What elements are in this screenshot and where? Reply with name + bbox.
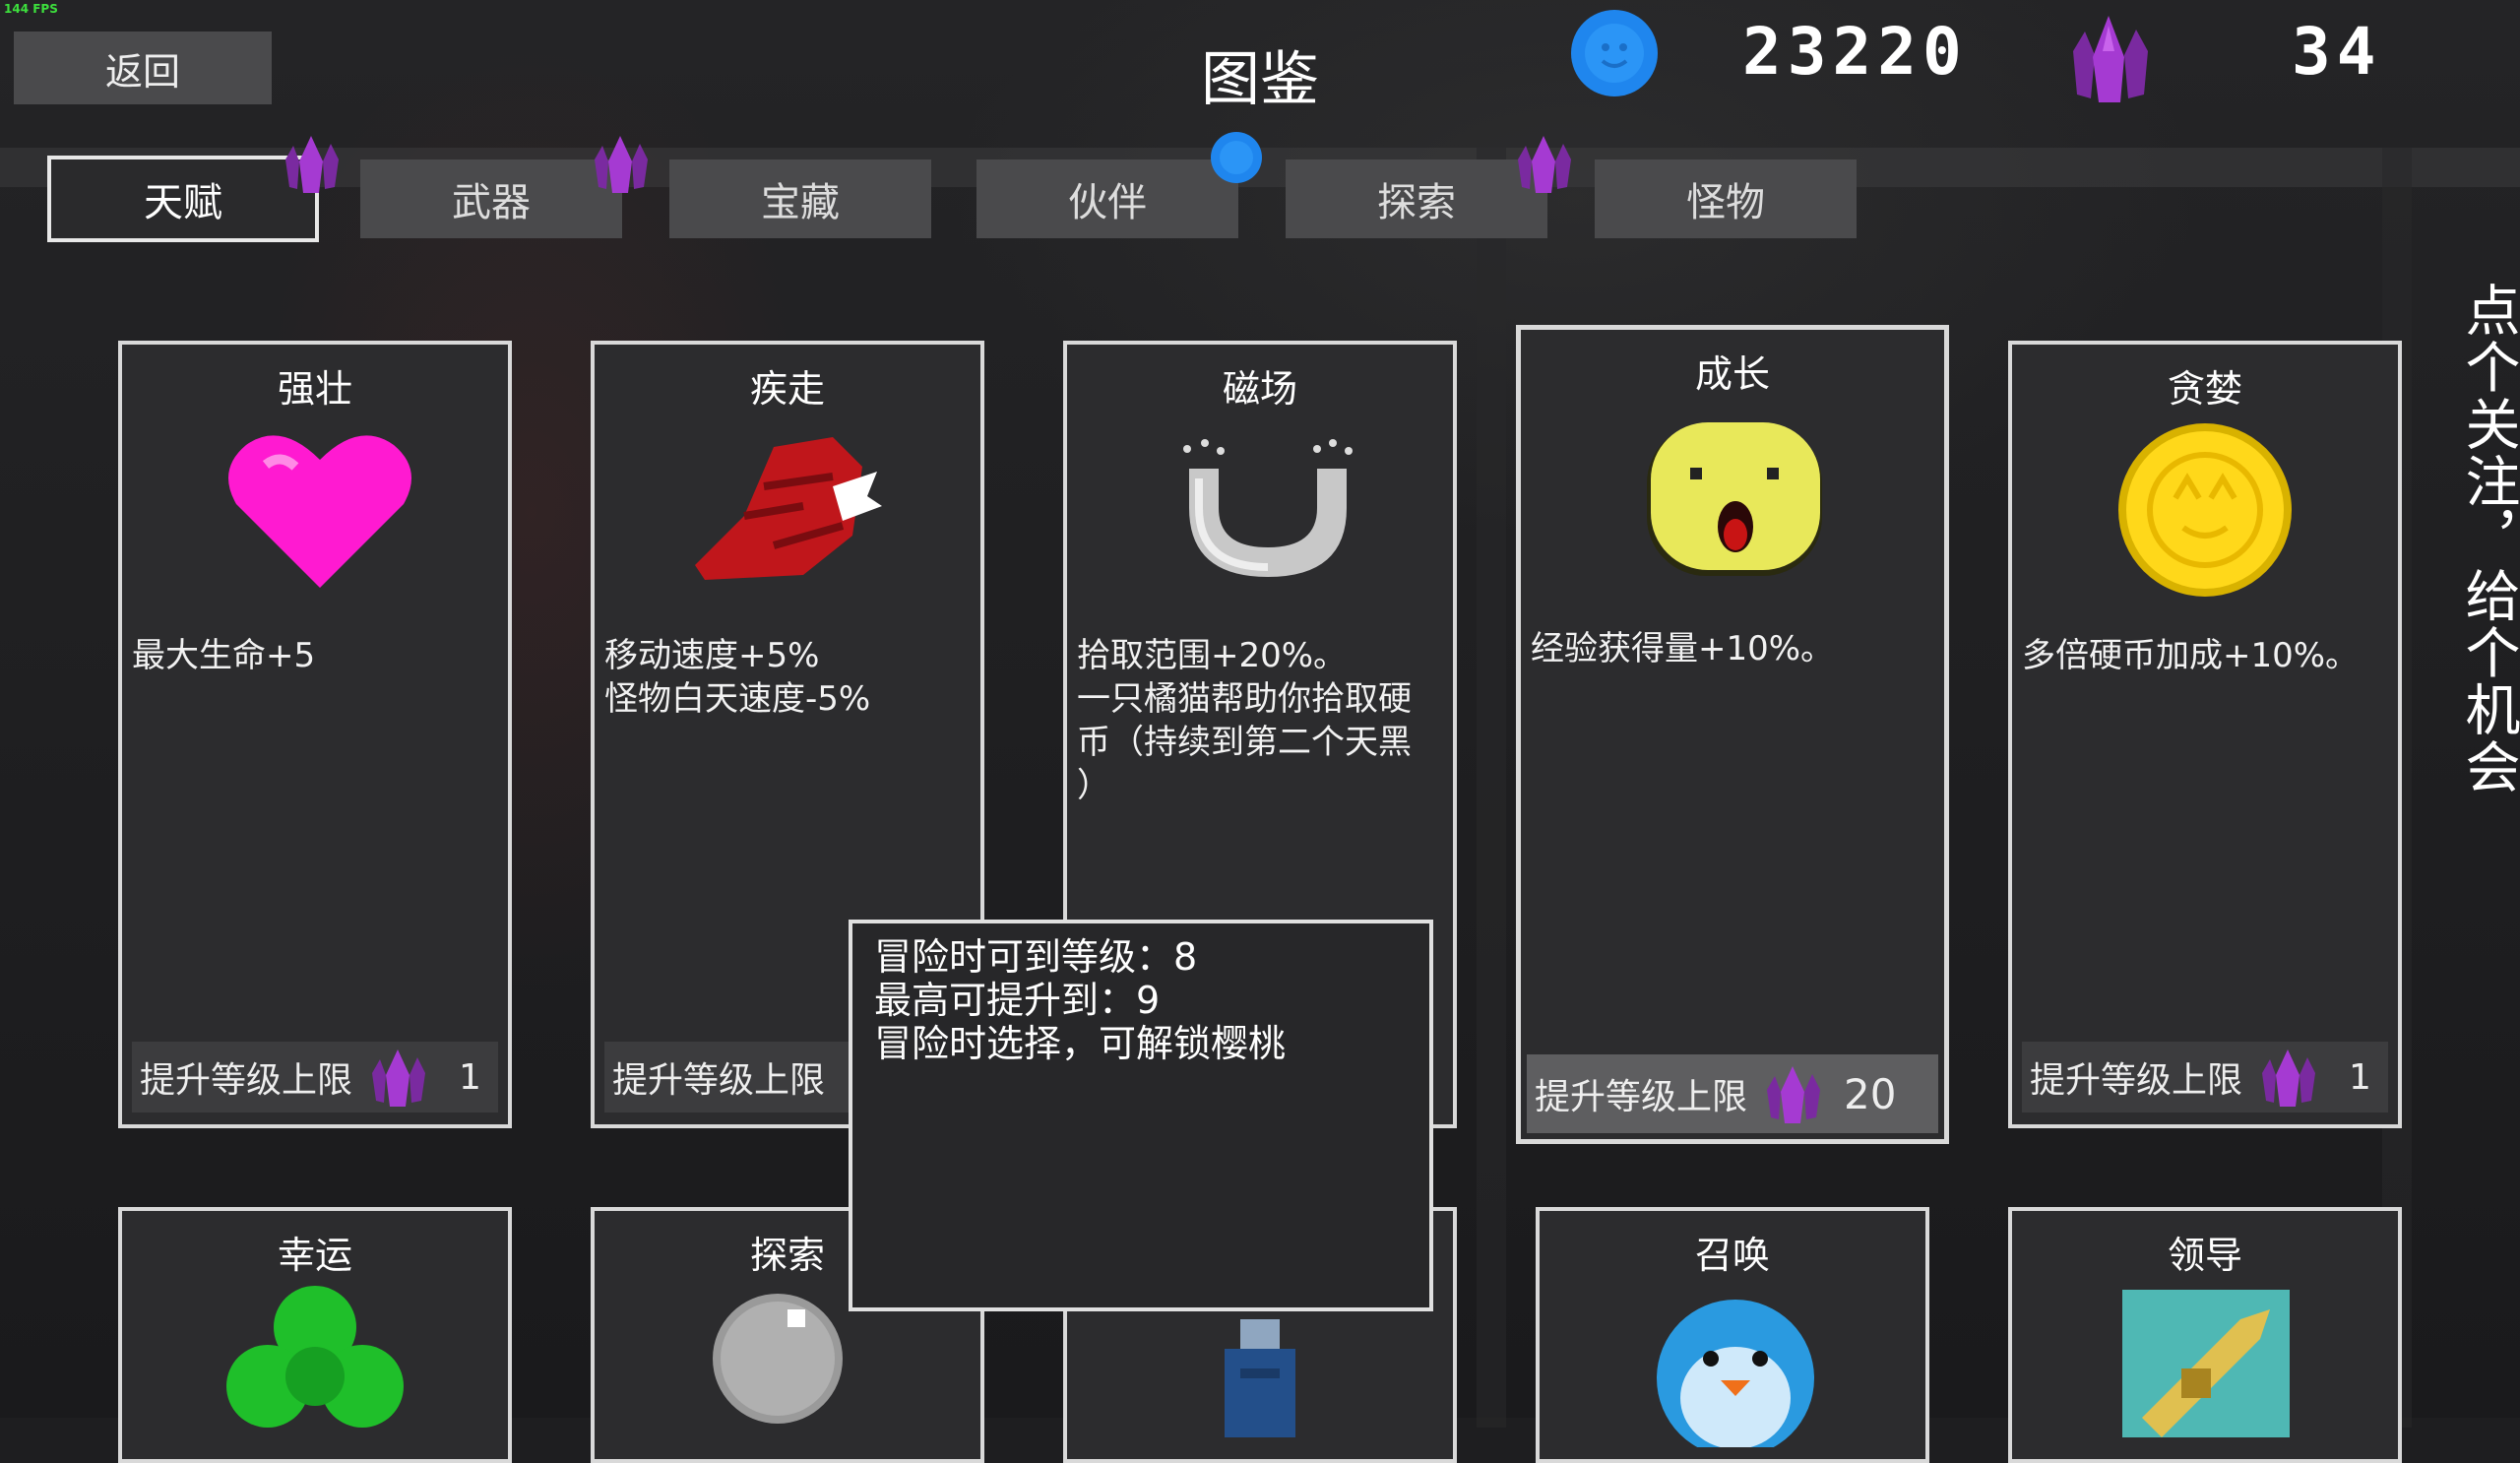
back-button[interactable]: 返回 xyxy=(14,32,272,104)
card-title: 幸运 xyxy=(277,1234,352,1277)
card-description: 经验获得量+10%。 xyxy=(1531,629,1835,668)
card-description: 多倍硬币加成+10%。 xyxy=(2022,636,2360,675)
blue-coin-icon xyxy=(1571,10,1658,96)
card-title: 召唤 xyxy=(1694,1234,1770,1277)
upgrade-cost: 20 xyxy=(1844,1069,1897,1118)
upgrade-cost: 1 xyxy=(2349,1056,2371,1098)
card-title: 疾走 xyxy=(749,367,825,411)
heart-icon xyxy=(228,435,411,588)
talent-card-summon[interactable]: 召唤 xyxy=(1536,1207,1929,1463)
tab-label: 天赋 xyxy=(144,180,222,225)
trumpet-icon xyxy=(2122,1290,2290,1437)
card-description: 最大生命+5 xyxy=(132,636,316,675)
fps-counter: 144 FPS xyxy=(4,2,58,16)
page-title: 图鉴 xyxy=(1201,45,1319,114)
tab-coin-badge-icon xyxy=(1211,132,1262,183)
tab-partner[interactable]: 伙伴 xyxy=(976,159,1238,238)
tab-monster[interactable]: 怪物 xyxy=(1595,159,1857,238)
background-pole xyxy=(1477,148,1506,1428)
purple-gem-icon xyxy=(1767,1066,1821,1123)
magnet-icon xyxy=(1183,439,1353,577)
blue-figure-icon xyxy=(1225,1319,1295,1437)
tab-gem-badge-icon xyxy=(285,136,339,193)
card-title: 成长 xyxy=(1694,352,1770,396)
talent-card-strong[interactable]: 强壮 最大生命+5 提升等级上限 1 xyxy=(118,341,512,1128)
talent-card-greed[interactable]: 贪婪 多倍硬币加成+10%。 提升等级上限 1 xyxy=(2008,341,2402,1128)
talent-card-luck[interactable]: 幸运 xyxy=(118,1207,512,1463)
follow-prompt-text: 点个关注，给个机会 xyxy=(2456,282,2520,795)
tab-label: 探索 xyxy=(1377,180,1456,225)
upgrade-label: 提升等级上限 xyxy=(140,1060,353,1101)
tab-label: 怪物 xyxy=(1686,180,1765,225)
upgrade-label: 提升等级上限 xyxy=(612,1060,826,1101)
gold-coin-icon xyxy=(2118,423,2292,597)
talent-card-leader[interactable]: 领导 xyxy=(2008,1207,2402,1463)
upgrade-limit-button[interactable]: 提升等级上限 1 xyxy=(2022,1042,2388,1113)
tab-label: 伙伴 xyxy=(1068,180,1147,225)
card-description: 拾取范围+20%。 一只橘猫帮助你拾取硬 币（持续到第二个天黑 ） xyxy=(1077,636,1412,805)
tab-treasure[interactable]: 宝藏 xyxy=(669,159,931,238)
tab-weapon[interactable]: 武器 xyxy=(360,159,622,238)
tab-talent[interactable]: 天赋 xyxy=(47,156,319,242)
upgrade-label: 提升等级上限 xyxy=(2030,1060,2243,1101)
upgrade-limit-button[interactable]: 提升等级上限 20 xyxy=(1527,1054,1938,1133)
card-title: 强壮 xyxy=(277,367,352,411)
card-title: 领导 xyxy=(2167,1234,2242,1277)
purple-gem-icon xyxy=(372,1050,426,1107)
level-tooltip: 冒险时可到等级：8 最高可提升到：9 冒险时选择，可解锁樱桃 xyxy=(849,920,1433,1311)
talent-card-growth[interactable]: 成长 经验获得量+10%。 提升等级上限 20 xyxy=(1516,325,1949,1144)
winged-boot-icon xyxy=(695,437,882,580)
tab-gem-badge-icon xyxy=(595,136,648,193)
card-title: 磁场 xyxy=(1222,367,1297,411)
tooltip-line: 冒险时选择，可解锁樱桃 xyxy=(874,1022,1287,1065)
upgrade-cost: 1 xyxy=(459,1056,481,1098)
pin-icon xyxy=(713,1294,843,1424)
card-description: 移动速度+5% 怪物白天速度-5% xyxy=(604,636,871,719)
tab-gem-badge-icon xyxy=(1518,136,1571,193)
coin-count: 23220 xyxy=(1742,14,1968,90)
upgrade-limit-button[interactable]: 提升等级上限 1 xyxy=(132,1042,498,1113)
penguin-icon xyxy=(1657,1300,1814,1447)
gem-count: 34 xyxy=(2292,14,2382,90)
tab-explore[interactable]: 探索 xyxy=(1286,159,1547,238)
upgrade-label: 提升等级上限 xyxy=(1535,1077,1748,1117)
tooltip-line: 最高可提升到：9 xyxy=(874,979,1161,1022)
card-title: 贪婪 xyxy=(2167,367,2242,411)
purple-gem-icon xyxy=(2262,1050,2316,1107)
purple-gem-icon xyxy=(2073,16,2148,102)
tab-label: 武器 xyxy=(452,180,531,225)
tab-label: 宝藏 xyxy=(761,180,840,225)
clover-icon xyxy=(226,1286,404,1428)
yellow-face-icon xyxy=(1647,422,1822,576)
tooltip-line: 冒险时可到等级：8 xyxy=(874,935,1198,979)
